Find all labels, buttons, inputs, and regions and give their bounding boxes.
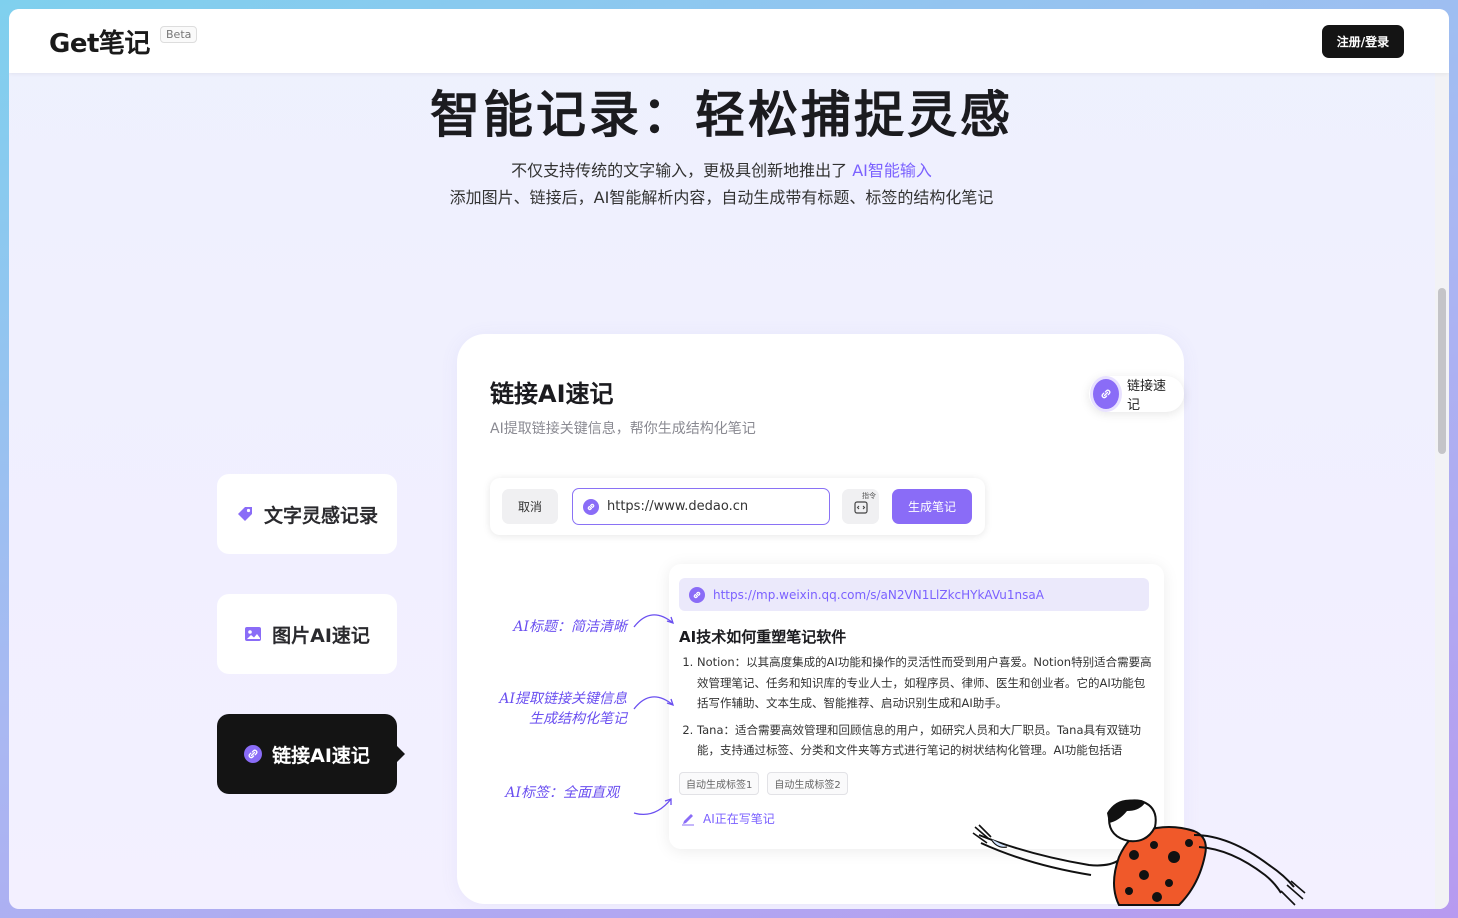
character-illustration [972,799,1306,906]
arrow-icon [633,614,675,628]
card-title: 链接AI速记 [490,380,614,408]
hero-line-1-text: 不仅支持传统的文字输入，更极具创新地推出了 [511,161,853,180]
beta-badge: Beta [160,26,198,43]
note-tags: 自动生成标签1 自动生成标签2 [679,772,848,795]
arrow-icon [633,798,672,816]
site-logo[interactable]: Get笔记 [49,23,150,60]
command-button[interactable]: 指令 [842,489,879,524]
annotation-tags: AI标签：全面直观 [505,785,619,801]
hero-line-1: 不仅支持传统的文字输入，更极具创新地推出了 AI智能输入 [9,157,1434,184]
pen-icon [682,813,694,825]
link-icon [244,745,263,763]
tab-label: 链接AI速记 [272,744,370,767]
generate-note-button[interactable]: 生成笔记 [892,489,972,524]
note-content-list: Notion：以其高度集成的AI功能和操作的灵活性而受到用户喜爱。Notion特… [683,652,1153,767]
tab-link-ai[interactable]: 链接AI速记 [217,714,405,794]
image-icon [244,625,262,643]
tab-text-inspiration[interactable]: 文字灵感记录 [217,474,397,554]
browser-window: Get笔记 Beta 注册/登录 智能记录：轻松捕捉灵感 不仅支持传统的文字输入… [9,9,1449,909]
card-subtitle: AI提取链接关键信息，帮你生成结构化笔记 [490,421,756,437]
cancel-button[interactable]: 取消 [502,489,558,524]
hero-subtitle: 不仅支持传统的文字输入，更极具创新地推出了 AI智能输入 添加图片、链接后，AI… [9,157,1434,211]
hero-line-2: 添加图片、链接后，AI智能解析内容，自动生成带有标题、标签的结构化笔记 [449,188,994,207]
hero-accent-text: AI智能输入 [852,161,932,180]
link-icon [583,498,599,515]
writing-status: AI正在写笔记 [681,810,775,827]
url-input-value: https://www.dedao.cn [607,499,749,514]
tag-chip[interactable]: 自动生成标签2 [767,772,848,795]
logo-text: Get [49,29,99,59]
url-input[interactable]: https://www.dedao.cn [572,488,830,525]
command-label: 指令 [862,492,876,500]
note-title: AI技术如何重塑笔记软件 [679,628,847,646]
tab-image-ai[interactable]: 图片AI速记 [217,594,397,674]
annotation-title: AI标题：简洁清晰 [513,619,627,635]
chip-label: 链接速记 [1126,379,1166,413]
source-url-bar[interactable]: https://mp.weixin.qq.com/s/aN2VN1LlZkcHY… [679,578,1149,611]
link-icon [689,586,705,603]
link-input-bar: 取消 https://www.dedao.cn 指令 生成笔记 [490,478,985,535]
source-url: https://mp.weixin.qq.com/s/aN2VN1LlZkcHY… [713,587,1044,602]
tag-chip[interactable]: 自动生成标签1 [679,772,760,795]
writing-status-text: AI正在写笔记 [703,812,775,826]
scrollbar-track[interactable] [1435,73,1449,909]
login-button[interactable]: 注册/登录 [1322,25,1404,58]
list-item: Notion：以其高度集成的AI功能和操作的灵活性而受到用户喜爱。Notion特… [697,652,1153,714]
logo-cn-text: 笔记 [98,29,151,59]
tab-label: 图片AI速记 [272,624,370,647]
hero-title: 智能记录：轻松捕捉灵感 [430,86,1013,144]
annotation-extract: AI提取链接关键信息 生成结构化笔记 [499,691,627,727]
tag-icon [236,505,254,523]
tab-label: 文字灵感记录 [263,504,378,527]
link-icon [1093,379,1119,409]
link-note-chip: 链接速记 [1089,376,1184,413]
top-navbar: Get笔记 Beta 注册/登录 [9,9,1449,73]
arrow-icon [633,696,675,710]
list-item: Tana：适合需要高效管理和回顾信息的用户，如研究人员和大厂职员。Tana具有双… [697,720,1153,761]
scrollbar-thumb[interactable] [1438,288,1446,454]
